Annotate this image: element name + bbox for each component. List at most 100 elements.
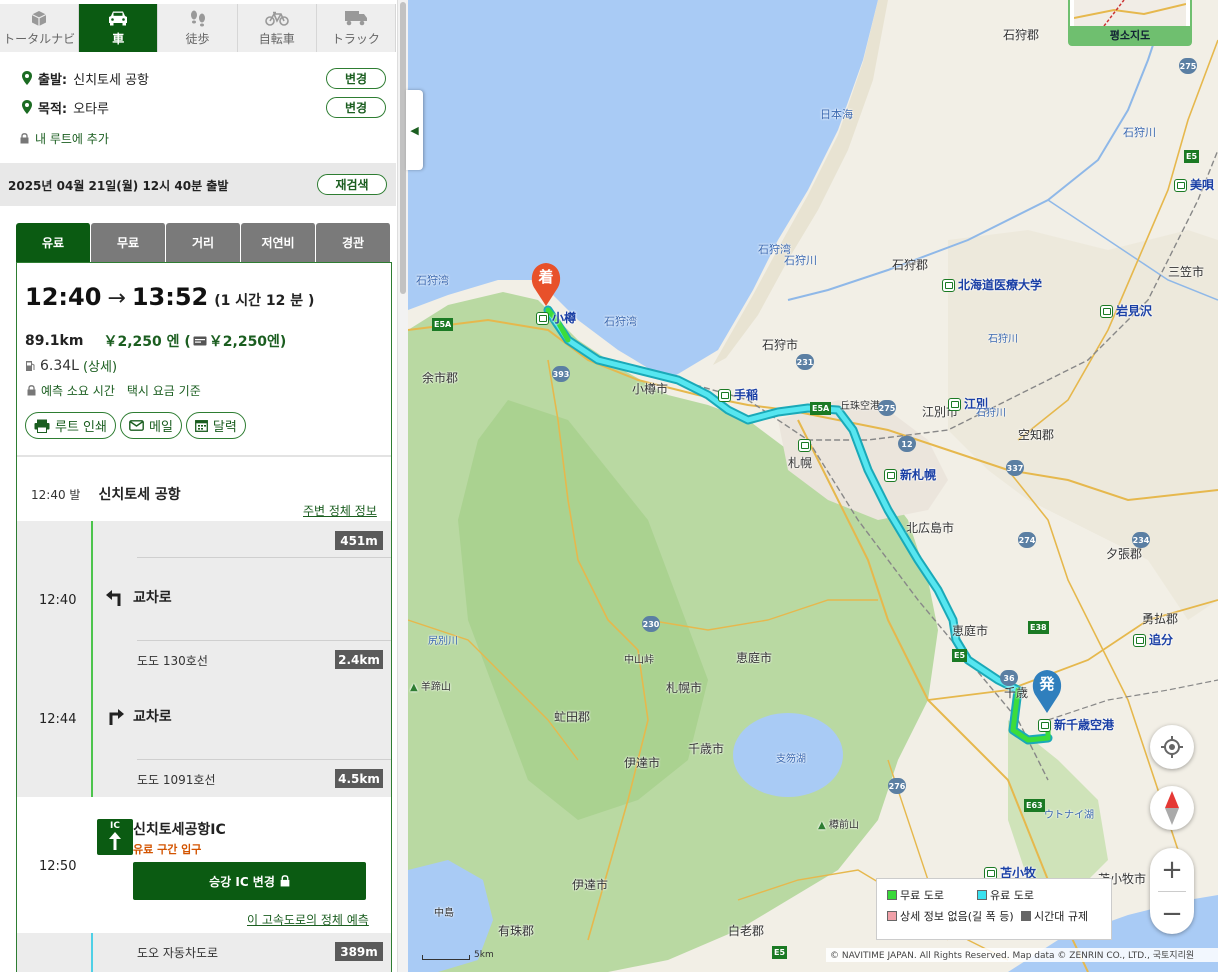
mail-icon bbox=[129, 420, 144, 431]
taxi-fare-note: 택시 요금 기준 bbox=[126, 384, 201, 398]
map-label: 空知郡 bbox=[1018, 428, 1055, 442]
mode-label: 徒歩 bbox=[185, 32, 210, 46]
step-distance: 389m bbox=[335, 942, 383, 961]
map-label: 三笠市 bbox=[1168, 265, 1205, 279]
toll-road-line bbox=[91, 933, 93, 972]
station-icon bbox=[798, 439, 811, 452]
add-to-my-route-label: 내 루트에 추가 bbox=[35, 132, 109, 146]
map-label-station: 追分 bbox=[1133, 631, 1173, 648]
calendar-button[interactable]: 달력 bbox=[185, 412, 246, 439]
origin-marker[interactable]: 発 bbox=[1030, 668, 1064, 714]
current-location-button[interactable] bbox=[1150, 725, 1194, 769]
map-view[interactable]: 石狩郡 石狩川 日本海 美唄 石狩湾 石狩川 石狩郡 三笠市 石狩湾 北海道医療… bbox=[408, 0, 1218, 972]
start-time: 12:40 발 bbox=[31, 487, 81, 502]
map-label: 夕張郡 bbox=[1106, 547, 1143, 561]
road-name: 도도 1091호선 bbox=[137, 773, 216, 787]
research-button[interactable]: 재검색 bbox=[317, 174, 387, 195]
mode-tab-walk[interactable]: 徒歩 bbox=[158, 4, 238, 52]
route-distance: 89.1km bbox=[25, 333, 84, 349]
free-road-line bbox=[91, 521, 93, 797]
interchange-icon: IC bbox=[97, 819, 133, 855]
route-shield: 36 bbox=[1000, 670, 1018, 686]
route-times: 12:40 → 13:52 (1 시간 12 분 ) bbox=[25, 283, 314, 311]
divider bbox=[137, 759, 391, 760]
change-destination-button[interactable]: 변경 bbox=[326, 97, 386, 118]
zoom-out-button[interactable]: − bbox=[1150, 892, 1194, 935]
mode-label: トータルナビ bbox=[3, 32, 76, 46]
nearby-traffic-link[interactable]: 주변 정체 정보 bbox=[303, 502, 377, 519]
plus-icon: + bbox=[1161, 854, 1183, 885]
tab-toll[interactable]: 유료 bbox=[16, 223, 91, 262]
location-pin-icon bbox=[22, 71, 32, 85]
map-label: 北広島市 bbox=[906, 521, 955, 535]
map-thumbnail bbox=[1073, 0, 1187, 27]
distance-fee-row: 89.1km ￥2,250 엔 ( ￥2,250엔) bbox=[25, 331, 286, 351]
scale-bar bbox=[422, 955, 470, 960]
mode-tab-bicycle[interactable]: 自転車 bbox=[237, 4, 317, 52]
location-pin-icon bbox=[22, 100, 32, 114]
zoom-in-button[interactable]: + bbox=[1150, 848, 1194, 891]
divider bbox=[137, 640, 391, 641]
mail-button[interactable]: 메일 bbox=[119, 412, 182, 439]
bicycle-icon bbox=[264, 9, 289, 27]
map-label: 恵庭市 bbox=[736, 651, 773, 665]
tab-scenic[interactable]: 경관 bbox=[316, 223, 391, 262]
lock-icon bbox=[280, 875, 290, 887]
minus-icon: − bbox=[1161, 898, 1183, 929]
add-to-my-route-link[interactable]: 내 루트에 추가 bbox=[20, 130, 109, 147]
map-label-station: 新千歳空港 bbox=[1038, 716, 1114, 733]
route-shield: 393 bbox=[552, 366, 570, 382]
map-type-label: 평소지도 bbox=[1070, 26, 1190, 44]
destination-marker-label: 着 bbox=[538, 268, 554, 286]
mode-tab-car[interactable]: 車 bbox=[79, 4, 159, 52]
etc-fee: ￥2,250엔) bbox=[208, 334, 287, 350]
station-icon bbox=[1174, 179, 1187, 192]
map-label: 石狩川 bbox=[976, 408, 1006, 419]
route-shield: 12 bbox=[898, 436, 916, 452]
turn-left-icon bbox=[106, 590, 121, 606]
footprints-icon bbox=[189, 9, 207, 27]
collapse-panel-button[interactable]: ◀ bbox=[406, 90, 423, 170]
cube-icon bbox=[31, 9, 47, 27]
map-type-switch[interactable]: 평소지도 bbox=[1068, 0, 1192, 46]
change-origin-button[interactable]: 변경 bbox=[326, 68, 386, 89]
tab-eco[interactable]: 저연비 bbox=[241, 223, 316, 262]
station-icon bbox=[884, 469, 897, 482]
map-label: 札幌 bbox=[788, 456, 813, 470]
arrive-time: 13:52 bbox=[131, 283, 209, 311]
map-copyright: © NAVITIME JAPAN. All Rights Reserved. M… bbox=[826, 948, 1218, 962]
route-shield: 230 bbox=[642, 616, 660, 632]
mode-tab-truck[interactable]: トラック bbox=[316, 4, 396, 52]
origin-label: 출발: bbox=[38, 72, 68, 88]
expressway-jam-forecast-link[interactable]: 이 고속도로의 정체 예측 bbox=[247, 911, 369, 928]
map-label: ▲ 樽前山 bbox=[818, 820, 859, 831]
step-distance: 4.5km bbox=[335, 769, 383, 788]
map-canvas[interactable] bbox=[408, 0, 1218, 972]
destination-marker[interactable]: 着 bbox=[529, 261, 563, 307]
compass-button[interactable] bbox=[1150, 786, 1194, 830]
map-label: 石狩川 bbox=[988, 334, 1018, 345]
mail-label: 메일 bbox=[148, 420, 173, 435]
map-label: 小樽市 bbox=[632, 382, 669, 396]
legend-swatch bbox=[977, 890, 987, 900]
mode-tab-total[interactable]: トータルナビ bbox=[0, 4, 80, 52]
step-distance: 2.4km bbox=[335, 650, 383, 669]
station-icon bbox=[718, 389, 731, 402]
ic-badge: IC bbox=[110, 821, 120, 831]
transport-mode-tabs: トータルナビ 車 徒歩 自転車 トラック bbox=[0, 4, 396, 52]
map-label: 石狩市 bbox=[762, 338, 799, 352]
map-legend: 무료 도로 유료 도로 상세 정보 없음(길 폭 등) 시간대 규제 bbox=[876, 878, 1112, 940]
map-label: 白老郡 bbox=[728, 924, 765, 938]
tab-free[interactable]: 무료 bbox=[91, 223, 166, 262]
print-route-label: 루트 인쇄 bbox=[55, 420, 107, 435]
print-route-button[interactable]: 루트 인쇄 bbox=[25, 412, 116, 439]
station-icon bbox=[942, 279, 955, 292]
map-label: 支笏湖 bbox=[776, 754, 806, 765]
route-shield: 275 bbox=[878, 400, 896, 416]
fuel-detail-link[interactable]: (상세) bbox=[83, 356, 117, 375]
tab-distance[interactable]: 거리 bbox=[166, 223, 241, 262]
expressway-shield: E5A bbox=[810, 402, 832, 415]
departure-datetime: 2025년 04월 21일(월) 12시 40분 출발 bbox=[8, 179, 229, 193]
change-ic-button[interactable]: 승강 IC 변경 bbox=[133, 862, 366, 900]
map-label: ウトナイ湖 bbox=[1044, 810, 1094, 821]
